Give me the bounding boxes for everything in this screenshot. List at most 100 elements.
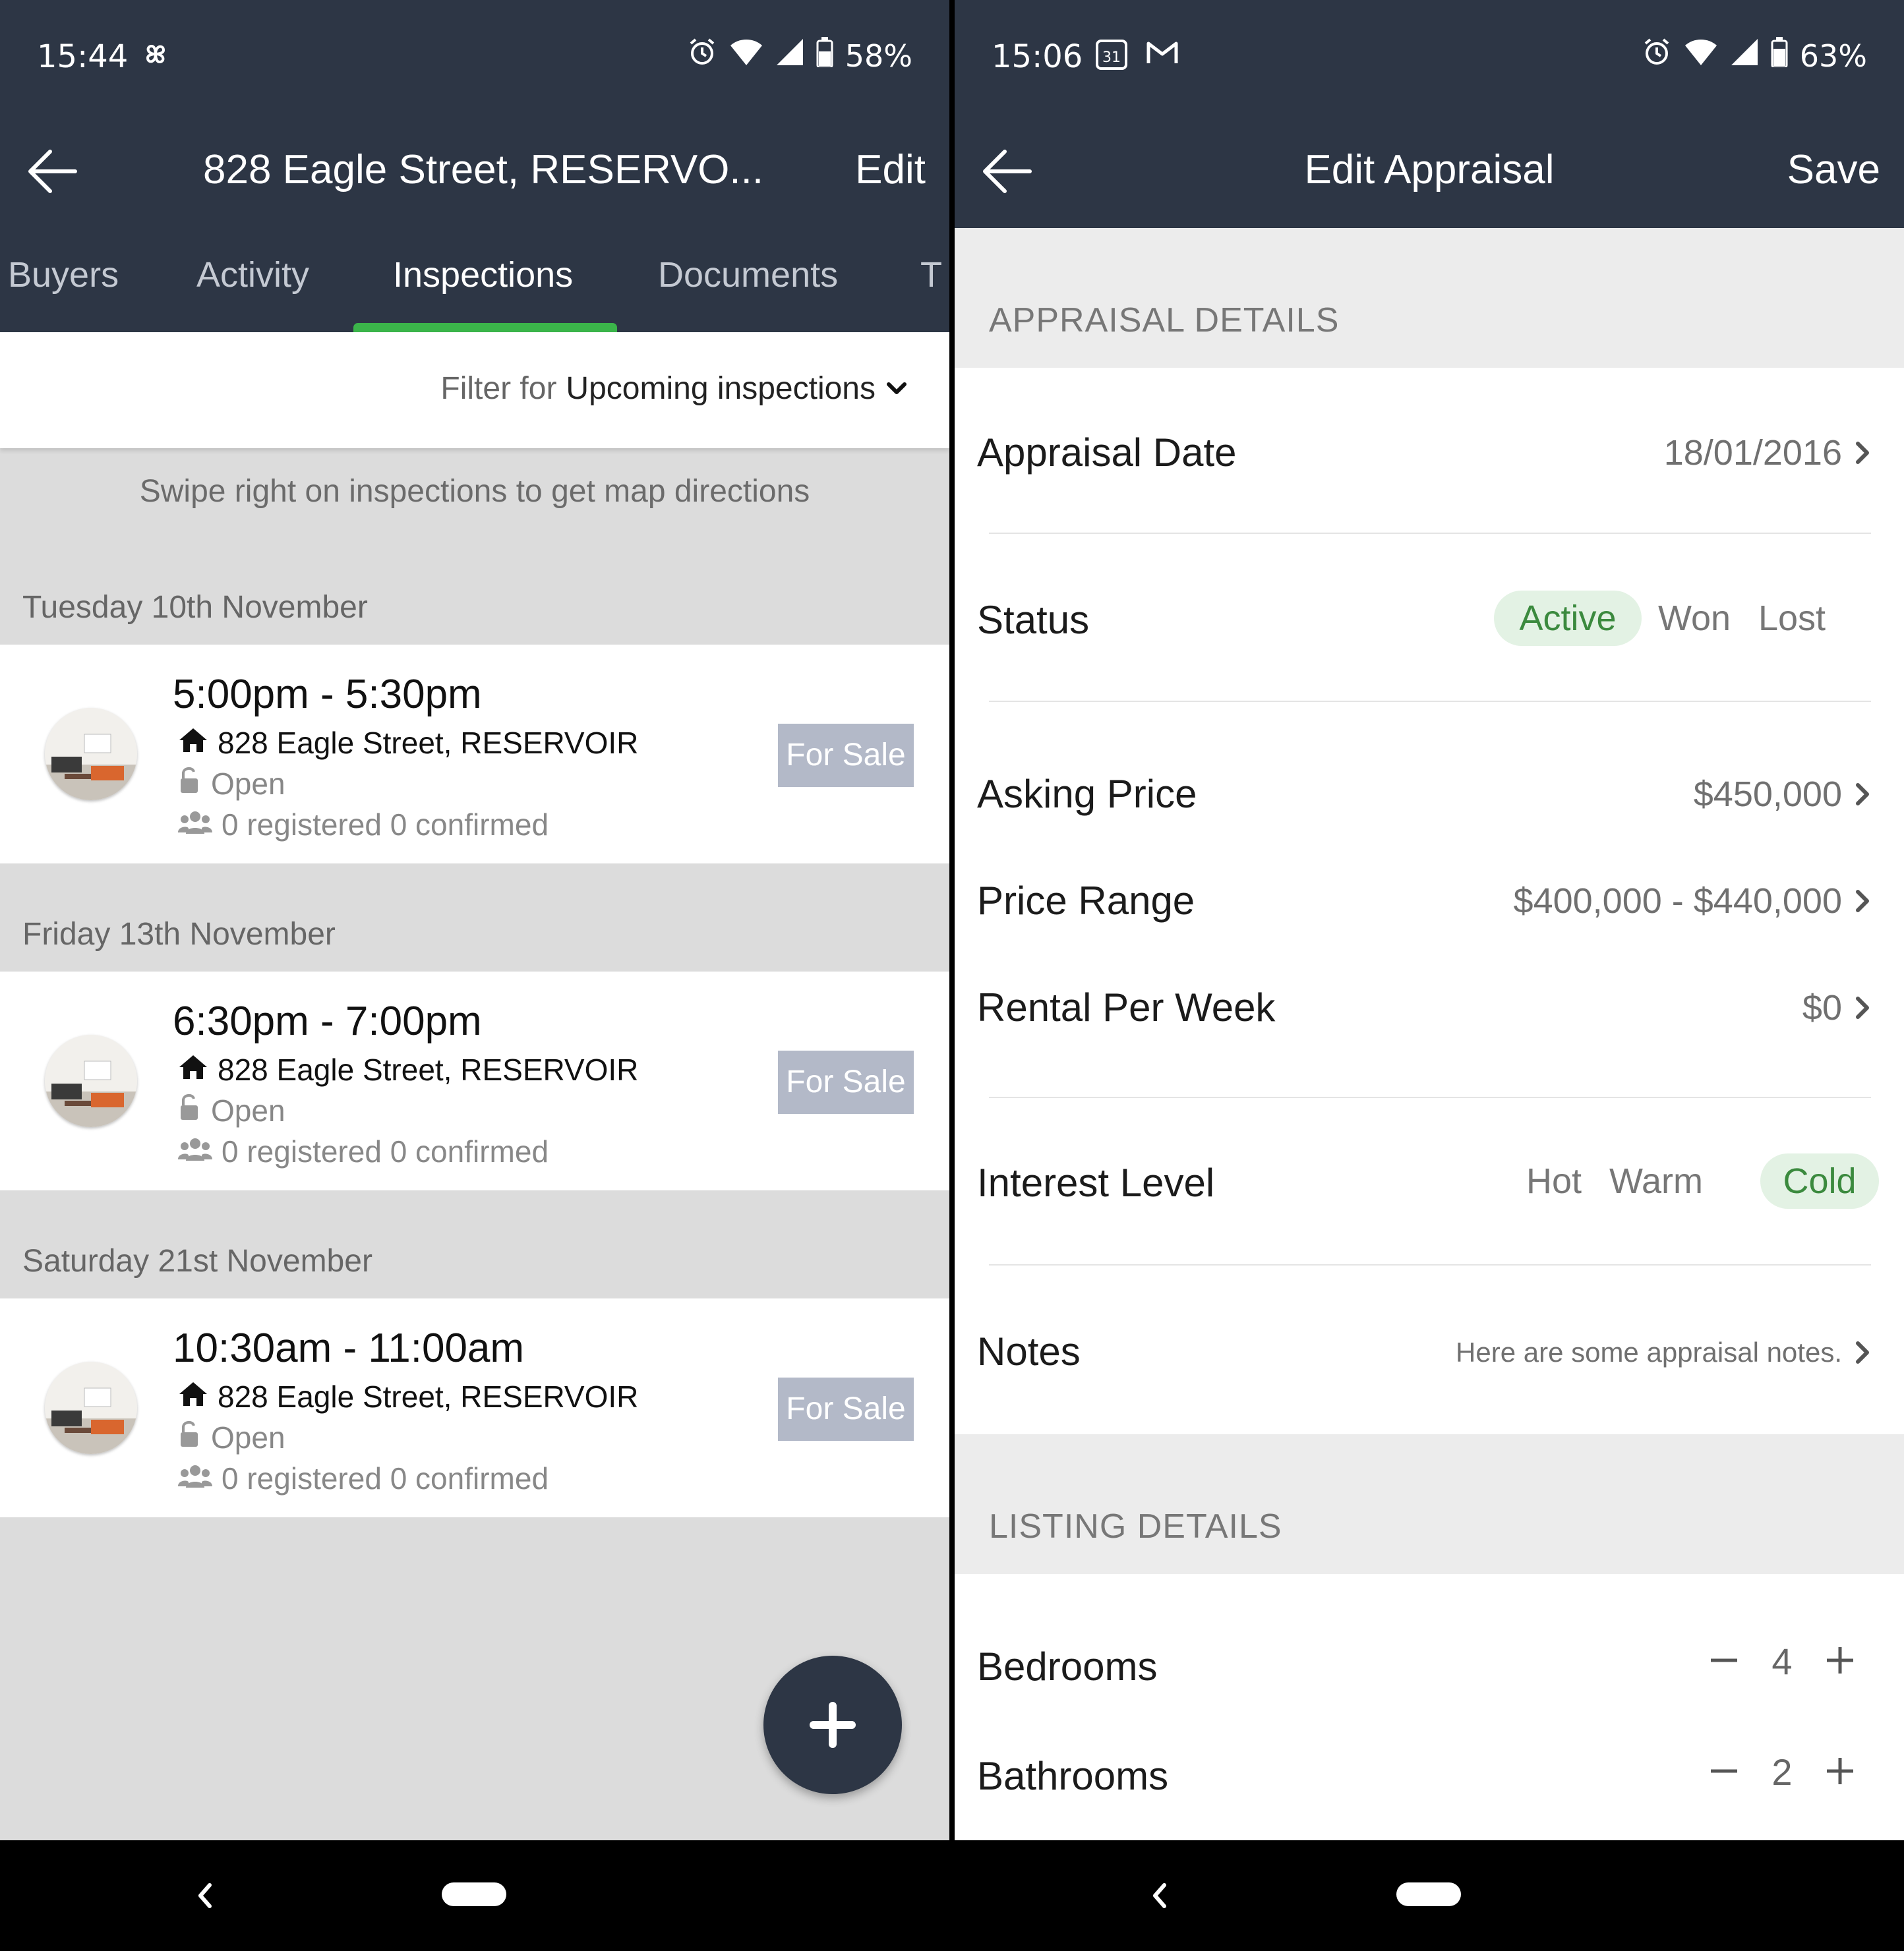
rental-field[interactable]: $0 bbox=[1802, 987, 1870, 1028]
registrations-text: 0 registered 0 confirmed bbox=[222, 1134, 549, 1169]
divider bbox=[989, 1097, 1871, 1098]
system-nav-bar bbox=[955, 1840, 1904, 1951]
bedrooms-decrement-button[interactable] bbox=[1694, 1639, 1754, 1684]
notes-field[interactable]: Here are some appraisal notes. bbox=[1456, 1337, 1870, 1368]
home-icon bbox=[178, 725, 208, 761]
bathrooms-stepper: 2 bbox=[1694, 1749, 1870, 1795]
inspection-type: Open bbox=[211, 1420, 285, 1455]
type-row: Open bbox=[178, 1093, 285, 1128]
pinwheel-icon bbox=[140, 38, 171, 77]
registrations-row: 0 registered 0 confirmed bbox=[178, 1461, 549, 1496]
divider bbox=[989, 1264, 1871, 1266]
users-icon bbox=[178, 1461, 212, 1496]
page-title: Edit Appraisal bbox=[1304, 147, 1555, 192]
property-thumbnail bbox=[45, 708, 137, 800]
asking-price-label: Asking Price bbox=[977, 772, 1197, 816]
chevron-right-icon bbox=[1856, 890, 1869, 912]
type-row: Open bbox=[178, 1420, 285, 1455]
calendar-icon: 31 bbox=[1094, 37, 1129, 78]
plus-icon bbox=[810, 1702, 856, 1748]
edit-button[interactable]: Edit bbox=[855, 146, 926, 193]
status-option-won[interactable]: Won bbox=[1652, 591, 1737, 646]
signal-icon bbox=[775, 38, 804, 74]
swipe-hint: Swipe right on inspections to get map di… bbox=[139, 474, 810, 509]
app-bar: Edit Appraisal Save bbox=[955, 113, 1904, 228]
status-option-active[interactable]: Active bbox=[1494, 591, 1642, 646]
listing-details-header: LISTING DETAILS bbox=[955, 1434, 1904, 1574]
status-time: 15:06 bbox=[992, 38, 1083, 75]
appraisal-date-field[interactable]: 18/01/2016 bbox=[1664, 432, 1870, 473]
registrations-text: 0 registered 0 confirmed bbox=[222, 1461, 549, 1496]
filter-prefix: Filter for bbox=[440, 371, 557, 406]
registrations-row: 0 registered 0 confirmed bbox=[178, 1134, 549, 1169]
users-icon bbox=[178, 807, 212, 842]
chevron-right-icon bbox=[1856, 1341, 1869, 1364]
bedrooms-value: 4 bbox=[1771, 1641, 1793, 1682]
address-row: 828 Eagle Street, RESERVOIR bbox=[178, 725, 638, 761]
registrations-row: 0 registered 0 confirmed bbox=[178, 807, 549, 842]
divider bbox=[989, 701, 1871, 702]
filter-dropdown[interactable]: Filter for Upcoming inspections bbox=[440, 370, 908, 407]
system-nav-bar bbox=[0, 1840, 949, 1951]
bathrooms-increment-button[interactable] bbox=[1810, 1749, 1870, 1795]
bedrooms-label: Bedrooms bbox=[977, 1645, 1158, 1689]
tab-documents[interactable]: Documents bbox=[658, 254, 838, 295]
gmail-icon bbox=[1146, 40, 1179, 73]
tab-activity[interactable]: Activity bbox=[196, 254, 309, 295]
chevron-down-icon bbox=[885, 370, 908, 407]
type-row: Open bbox=[178, 766, 285, 801]
nav-back-icon[interactable] bbox=[191, 1875, 218, 1917]
day-header: Tuesday 10th November bbox=[22, 590, 368, 625]
signal-icon bbox=[1730, 38, 1759, 74]
chevron-right-icon bbox=[1856, 783, 1869, 805]
address-row: 828 Eagle Street, RESERVOIR bbox=[178, 1379, 638, 1414]
bathrooms-value: 2 bbox=[1771, 1751, 1793, 1793]
users-icon bbox=[178, 1134, 212, 1169]
section-title: LISTING DETAILS bbox=[989, 1507, 1282, 1546]
bedrooms-increment-button[interactable] bbox=[1810, 1639, 1870, 1684]
inspection-card[interactable]: 5:00pm - 5:30pm 828 Eagle Street, RESERV… bbox=[0, 645, 949, 863]
home-icon bbox=[178, 1052, 208, 1088]
wifi-icon bbox=[729, 38, 763, 74]
interest-option-cold[interactable]: Cold bbox=[1760, 1153, 1879, 1209]
property-thumbnail bbox=[45, 1362, 137, 1454]
day-header: Friday 13th November bbox=[22, 917, 336, 952]
unlock-icon bbox=[178, 1093, 202, 1128]
edit-appraisal-screen: 15:06 31 63% Edit Appraisal Save APPRAIS… bbox=[955, 0, 1904, 1951]
rental-label: Rental Per Week bbox=[977, 985, 1276, 1030]
nav-home-pill[interactable] bbox=[442, 1882, 506, 1906]
battery-percent: 58% bbox=[845, 38, 912, 74]
tab-more[interactable]: T bbox=[920, 254, 942, 295]
nav-back-icon[interactable] bbox=[1146, 1875, 1172, 1917]
inspection-time: 6:30pm - 7:00pm bbox=[173, 999, 482, 1044]
battery-icon bbox=[816, 37, 833, 74]
interest-option-warm[interactable]: Warm bbox=[1603, 1153, 1709, 1209]
appraisal-date-value: 18/01/2016 bbox=[1663, 433, 1842, 473]
save-button[interactable]: Save bbox=[1787, 146, 1880, 193]
status-badge: For Sale bbox=[778, 1051, 914, 1114]
back-arrow-icon[interactable] bbox=[24, 140, 87, 203]
calendar-day: 31 bbox=[1102, 49, 1121, 66]
address-text: 828 Eagle Street, RESERVOIR bbox=[218, 1053, 639, 1087]
inspection-time: 10:30am - 11:00am bbox=[173, 1325, 525, 1371]
app-bar: 828 Eagle Street, RESERVO... Edit bbox=[0, 113, 949, 228]
inspection-card[interactable]: 6:30pm - 7:00pm 828 Eagle Street, RESERV… bbox=[0, 972, 949, 1190]
price-range-field[interactable]: $400,000 - $440,000 bbox=[1514, 881, 1870, 921]
chevron-right-icon bbox=[1856, 442, 1869, 464]
status-badge: For Sale bbox=[778, 1378, 914, 1441]
day-header: Saturday 21st November bbox=[22, 1244, 372, 1279]
plus-icon bbox=[1827, 1758, 1853, 1784]
tab-buyers[interactable]: Buyers bbox=[8, 254, 119, 295]
add-inspection-button[interactable] bbox=[763, 1656, 902, 1794]
bathrooms-decrement-button[interactable] bbox=[1694, 1749, 1754, 1795]
tab-inspections[interactable]: Inspections bbox=[393, 254, 573, 295]
notes-label: Notes bbox=[977, 1329, 1081, 1374]
status-time: 15:44 bbox=[37, 38, 129, 75]
nav-home-pill[interactable] bbox=[1396, 1882, 1461, 1906]
status-option-lost[interactable]: Lost bbox=[1746, 591, 1838, 646]
inspection-card[interactable]: 10:30am - 11:00am 828 Eagle Street, RESE… bbox=[0, 1298, 949, 1517]
interest-option-hot[interactable]: Hot bbox=[1516, 1153, 1592, 1209]
registrations-text: 0 registered 0 confirmed bbox=[222, 807, 549, 842]
inspections-screen: 15:44 58% 828 Eagle Street, RESERVO... E… bbox=[0, 0, 949, 1951]
asking-price-field[interactable]: $450,000 bbox=[1694, 774, 1870, 815]
